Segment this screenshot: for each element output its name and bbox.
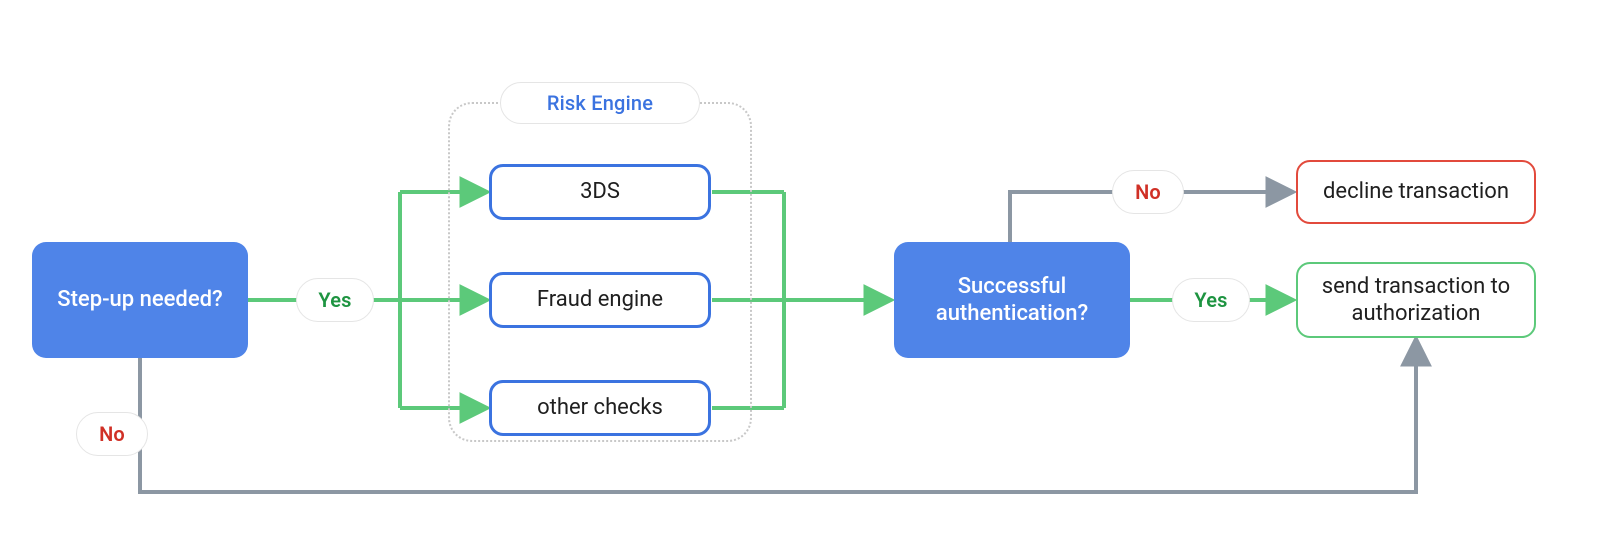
result-decline-label: decline transaction — [1323, 178, 1509, 206]
risk-box-other-label: other checks — [537, 394, 663, 422]
risk-box-fraud-label: Fraud engine — [537, 286, 663, 314]
pill-auth-no-label: No — [1135, 180, 1161, 204]
pill-stepup-yes: Yes — [296, 278, 374, 322]
pill-auth-no: No — [1112, 170, 1184, 214]
pill-stepup-no: No — [76, 412, 148, 456]
pill-stepup-no-label: No — [99, 422, 125, 446]
edge-stepup-no — [140, 340, 1416, 492]
pill-auth-yes: Yes — [1172, 278, 1250, 322]
decision-auth: Successful authentication? — [894, 242, 1130, 358]
risk-box-other: other checks — [489, 380, 711, 436]
pill-stepup-yes-label: Yes — [318, 288, 351, 312]
risk-box-3ds: 3DS — [489, 164, 711, 220]
risk-engine-title-label: Risk Engine — [547, 91, 653, 115]
pill-auth-yes-label: Yes — [1194, 288, 1227, 312]
result-authorize-label: send transaction to authorization — [1314, 273, 1518, 328]
result-decline: decline transaction — [1296, 160, 1536, 224]
decision-stepup: Step-up needed? — [32, 242, 248, 358]
decision-auth-label: Successful authentication? — [910, 273, 1114, 328]
decision-stepup-label: Step-up needed? — [57, 286, 222, 314]
result-authorize: send transaction to authorization — [1296, 262, 1536, 338]
risk-engine-title-pill: Risk Engine — [500, 82, 700, 124]
risk-box-fraud: Fraud engine — [489, 272, 711, 328]
risk-box-3ds-label: 3DS — [580, 178, 620, 206]
